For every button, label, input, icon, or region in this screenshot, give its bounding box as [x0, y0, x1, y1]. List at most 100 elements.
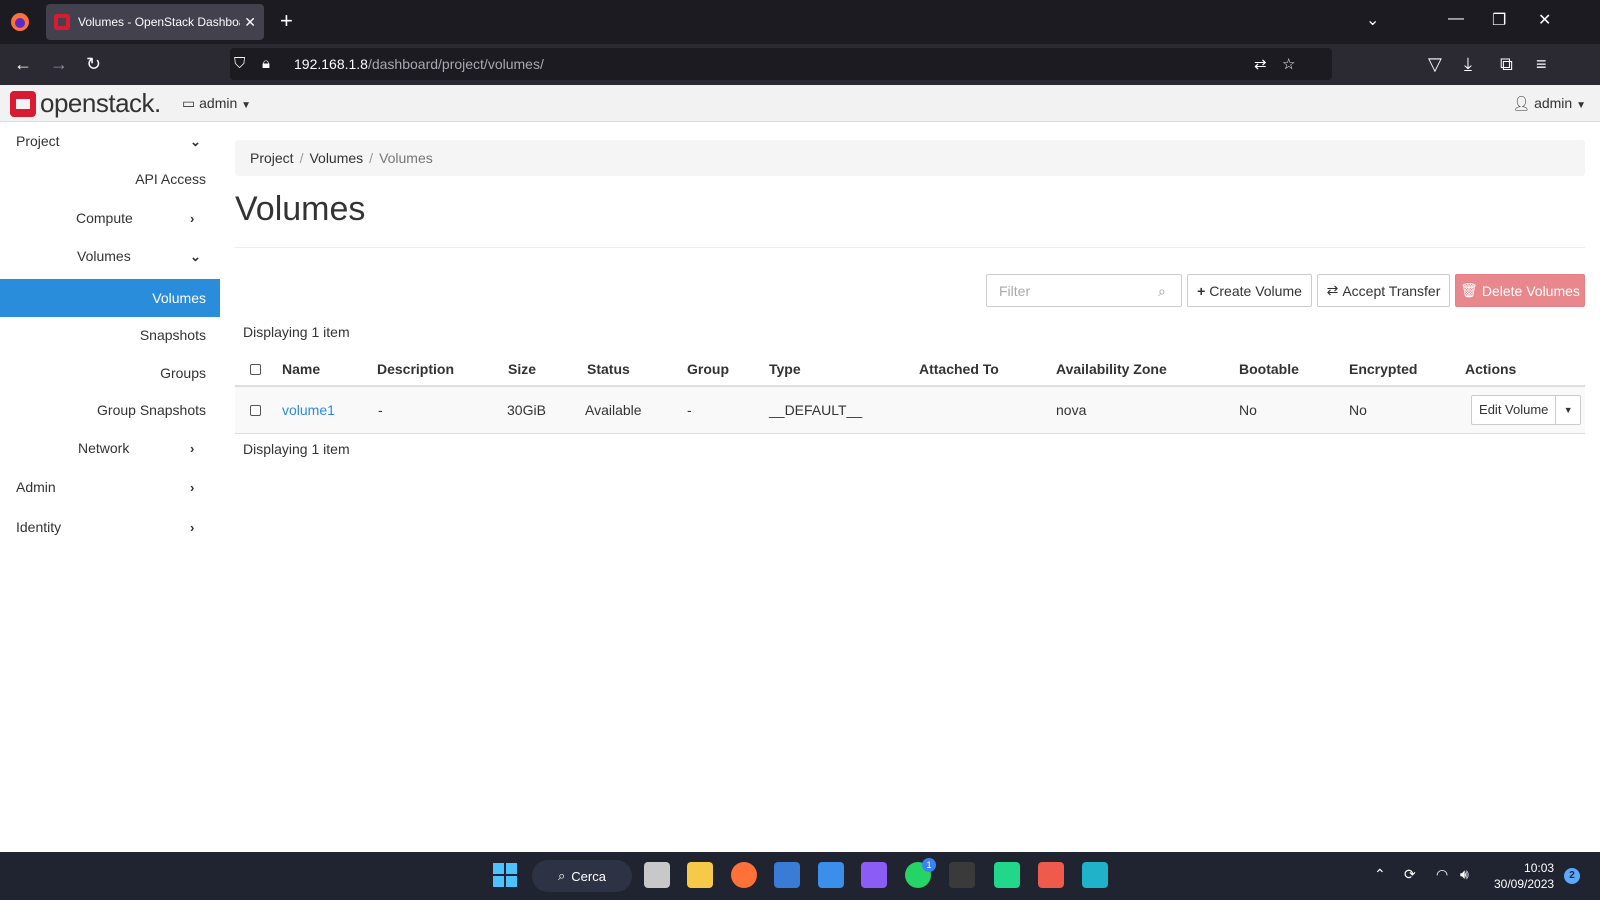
col-description[interactable]: Description [377, 361, 454, 377]
cell-encrypted: No [1349, 402, 1367, 418]
user-menu[interactable]: 👤︎ admin ▼ [1512, 95, 1586, 112]
tab-list-chevron-icon[interactable]: ⌄ [1366, 10, 1379, 30]
search-icon[interactable]: ⌕ [1158, 283, 1166, 300]
cell-bootable: No [1239, 402, 1257, 418]
col-availability-zone[interactable]: Availability Zone [1056, 361, 1167, 377]
table-row: volume1 - 30GiB Available - __DEFAULT__ … [235, 387, 1585, 434]
cell-type: __DEFAULT__ [769, 402, 863, 418]
col-status[interactable]: Status [587, 361, 630, 377]
breadcrumb-volumes[interactable]: Volumes [309, 150, 363, 166]
cell-size: 30GiB [507, 402, 546, 418]
sync-icon[interactable]: ⟳ [1404, 866, 1416, 883]
page-title: Volumes [235, 190, 366, 228]
volume-icon[interactable]: 🔊︎ [1460, 866, 1469, 883]
microsoft-store-icon[interactable] [774, 862, 800, 888]
sidebar-item-snapshots[interactable]: Snapshots [0, 316, 220, 354]
wifi-icon[interactable]: ◠ [1436, 866, 1448, 883]
clion-icon[interactable] [1038, 862, 1064, 888]
openstack-header: openstack. ▭ admin ▼ 👤︎ admin ▼ [0, 85, 1600, 122]
col-bootable[interactable]: Bootable [1239, 361, 1299, 377]
firefox-icon[interactable] [10, 12, 30, 32]
chevron-right-icon: › [190, 520, 195, 535]
title-divider [235, 247, 1585, 248]
openstack-logo[interactable]: openstack. [10, 88, 161, 119]
plus-icon: + [1197, 282, 1206, 299]
back-icon[interactable]: ← [14, 53, 32, 75]
project-icon: ▭ [182, 95, 196, 111]
cell-group: - [687, 402, 692, 418]
minimize-icon[interactable]: — [1448, 10, 1464, 28]
tab-close-icon[interactable]: ✕ [244, 14, 256, 31]
windows-start-icon[interactable] [492, 862, 518, 888]
col-size[interactable]: Size [508, 361, 536, 377]
app-icon[interactable] [1082, 862, 1108, 888]
active-tab[interactable]: Volumes - OpenStack Dashboard ✕ [46, 4, 264, 40]
url-bar[interactable]: ⛉ 🔒︎ 192.168.1.8/dashboard/project/volum… [230, 48, 1332, 80]
firefox-taskbar-icon[interactable] [731, 862, 757, 888]
lock-icon[interactable]: 🔒︎ [262, 55, 270, 72]
chevron-down-icon: ⌄ [190, 134, 201, 149]
item-count-top: Displaying 1 item [243, 324, 350, 340]
task-view-icon[interactable] [644, 862, 670, 888]
col-type[interactable]: Type [769, 361, 801, 377]
edit-volume-button[interactable]: Edit Volume [1472, 396, 1557, 424]
exchange-icon: ⇄ [1326, 282, 1339, 298]
sidebar-item-identity[interactable]: Identity › [0, 508, 220, 546]
project-selector[interactable]: ▭ admin ▼ [182, 95, 251, 112]
breadcrumb-current: Volumes [379, 150, 433, 166]
col-attached-to[interactable]: Attached To [919, 361, 999, 377]
chevron-right-icon: › [190, 441, 195, 456]
tray-expand-icon[interactable]: ⌃ [1374, 866, 1386, 883]
sidebar-item-volumes-group[interactable]: Volumes ⌄ [0, 237, 220, 275]
restore-icon[interactable]: ❐ [1492, 10, 1506, 30]
sidebar-item-volumes[interactable]: Volumes [0, 279, 220, 317]
sidebar-item-admin[interactable]: Admin › [0, 468, 220, 506]
menu-icon[interactable]: ≡ [1536, 53, 1547, 75]
visual-studio-icon[interactable] [861, 862, 887, 888]
volume-name-link[interactable]: volume1 [282, 402, 335, 418]
tab-title: Volumes - OpenStack Dashboard [78, 15, 241, 29]
chevron-right-icon: › [190, 211, 195, 226]
download-icon[interactable]: ⤓ [1464, 53, 1472, 75]
browser-nav-bar: ← → ↻ ⛉ 🔒︎ 192.168.1.8/dashboard/project… [0, 44, 1600, 85]
forward-icon[interactable]: → [50, 53, 68, 75]
filter-input[interactable] [986, 274, 1182, 307]
system-clock[interactable]: 10:03 30/09/2023 [1494, 860, 1554, 892]
delete-volumes-button[interactable]: 🗑︎ Delete Volumes [1455, 274, 1585, 307]
breadcrumb: Project / Volumes / Volumes [235, 140, 1585, 176]
sidebar-item-api-access[interactable]: API Access [0, 160, 220, 198]
accept-transfer-button[interactable]: ⇄ Accept Transfer [1317, 274, 1450, 307]
sidebar-item-group-snapshots[interactable]: Group Snapshots [0, 391, 220, 429]
col-group[interactable]: Group [687, 361, 729, 377]
select-all-checkbox[interactable] [250, 364, 261, 375]
translate-icon[interactable]: ⇄ [1254, 55, 1267, 73]
cell-description: - [378, 402, 383, 418]
sidebar-item-project[interactable]: Project ⌄ [0, 122, 220, 160]
table-header: Name Description Size Status Group Type … [235, 352, 1585, 387]
col-actions: Actions [1465, 361, 1517, 377]
file-explorer-icon[interactable] [687, 862, 713, 888]
bookmark-star-icon[interactable]: ☆ [1282, 55, 1295, 73]
create-volume-button[interactable]: + Create Volume [1187, 274, 1312, 307]
new-tab-icon[interactable]: + [280, 10, 293, 32]
terminal-icon[interactable] [949, 862, 975, 888]
notification-badge[interactable]: 2 [1564, 868, 1580, 884]
breadcrumb-project[interactable]: Project [250, 150, 294, 166]
pycharm-icon[interactable] [994, 862, 1020, 888]
pocket-icon[interactable]: ▽ [1428, 53, 1442, 75]
sidebar-item-network[interactable]: Network › [0, 429, 220, 467]
extensions-icon[interactable]: ⧉ [1500, 53, 1513, 75]
notepad-icon[interactable] [818, 862, 844, 888]
row-checkbox[interactable] [250, 405, 261, 416]
taskbar-search[interactable]: ⌕ Cerca [532, 860, 632, 892]
shield-icon[interactable]: ⛉ [234, 55, 245, 72]
actions-dropdown-caret-icon[interactable]: ▼ [1556, 405, 1580, 415]
sidebar-item-groups[interactable]: Groups [0, 354, 220, 392]
url-text[interactable]: 192.168.1.8/dashboard/project/volumes/ [294, 56, 544, 72]
openstack-logo-icon [10, 90, 36, 117]
sidebar-item-compute[interactable]: Compute › [0, 199, 220, 237]
col-encrypted[interactable]: Encrypted [1349, 361, 1417, 377]
reload-icon[interactable]: ↻ [86, 53, 101, 75]
col-name[interactable]: Name [282, 361, 320, 377]
window-close-icon[interactable]: ✕ [1538, 10, 1551, 30]
